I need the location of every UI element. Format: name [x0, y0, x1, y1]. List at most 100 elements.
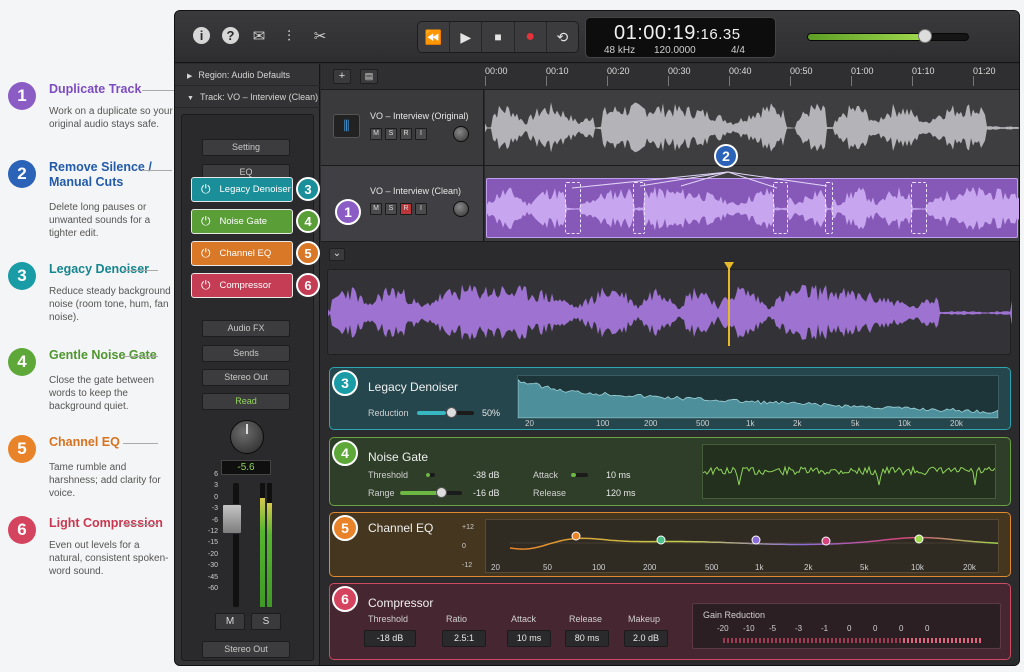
- comp-param-value[interactable]: -18 dB: [364, 630, 416, 647]
- solo-button[interactable]: S: [251, 613, 281, 630]
- pan-knob[interactable]: [230, 420, 264, 454]
- region-header[interactable]: ▶ Region: Audio Defaults: [175, 64, 320, 86]
- output-button[interactable]: Stereo Out: [202, 369, 290, 386]
- gr-scale-label: 0: [873, 624, 878, 633]
- comp-param-value[interactable]: 2.5:1: [442, 630, 486, 647]
- plugin-label: Compressor: [219, 280, 272, 291]
- cycle-button[interactable]: ⟲: [547, 22, 578, 52]
- add-track-button[interactable]: +: [333, 69, 351, 84]
- record-button[interactable]: ●: [515, 22, 547, 52]
- input-monitor-button[interactable]: I: [415, 203, 427, 215]
- info-icon[interactable]: i: [193, 27, 210, 44]
- help-icon[interactable]: ?: [222, 27, 239, 44]
- reduction-label: Reduction: [368, 408, 409, 418]
- attack-slider[interactable]: [571, 473, 588, 477]
- power-icon[interactable]: ⏻: [201, 214, 211, 229]
- list-view-button[interactable]: ▤: [360, 69, 378, 84]
- volume-fader[interactable]: [222, 504, 242, 534]
- collapse-editor-button[interactable]: ⌄: [329, 248, 345, 261]
- frequency-label: 20: [525, 419, 534, 428]
- volume-knob[interactable]: [917, 29, 932, 43]
- compressor-panel: 6 Compressor Threshold -18 dB Ratio 2.5:1 At…: [329, 583, 1011, 660]
- record-enable-button[interactable]: R: [400, 128, 412, 140]
- record-enable-button[interactable]: R: [400, 203, 412, 215]
- attack-value: 10 ms: [606, 470, 631, 480]
- rewind-button[interactable]: ⏪: [418, 22, 451, 52]
- step-description: Work on a duplicate so your original aud…: [49, 106, 173, 130]
- eq-freq-label: 1k: [755, 563, 764, 572]
- scissors-icon[interactable]: ✂: [309, 25, 331, 47]
- solo-button[interactable]: S: [385, 128, 397, 140]
- stereo-out-label[interactable]: Stereo Out: [202, 641, 290, 658]
- solo-button[interactable]: S: [385, 203, 397, 215]
- step-number: 3: [8, 262, 36, 290]
- ruler-tick: 00:00: [485, 66, 508, 86]
- track-header[interactable]: ▼ Track: VO – Interview (Clean): [175, 86, 320, 108]
- power-icon[interactable]: ⏻: [201, 278, 211, 293]
- sends-button[interactable]: Sends: [202, 345, 290, 362]
- plugin-slot-3[interactable]: ⏻ Channel EQ: [191, 241, 293, 266]
- setting-button[interactable]: Setting: [202, 139, 290, 156]
- lcd-sample-rate: 48 kHz: [604, 45, 636, 56]
- reduction-slider[interactable]: [417, 407, 474, 418]
- level-meter-right: [267, 483, 272, 607]
- track-volume-knob[interactable]: [453, 126, 469, 142]
- eq-band-handle[interactable]: [914, 534, 924, 544]
- input-monitor-button[interactable]: I: [415, 128, 427, 140]
- eq-band-handle[interactable]: [751, 535, 761, 545]
- eq-band-handle[interactable]: [821, 536, 831, 546]
- attack-label: Attack: [533, 470, 559, 480]
- track-lane-original[interactable]: [485, 90, 1019, 165]
- frequency-label: 1k: [746, 419, 755, 428]
- mail-icon[interactable]: ✉: [248, 25, 270, 47]
- meter-scale-label: 3: [214, 482, 218, 490]
- track-header-original[interactable]: ⫼ VO – Interview (Original) M S R I: [321, 90, 484, 165]
- timeline-ruler[interactable]: 00:00 00:10 00:20 00:30 00:40 00:50 01:00 01:10…: [484, 64, 1019, 90]
- comp-param-value[interactable]: 2.0 dB: [624, 630, 668, 647]
- audio-fx-label[interactable]: Audio FX: [202, 320, 290, 337]
- automation-read-button[interactable]: Read: [202, 393, 290, 410]
- play-button[interactable]: ▶: [450, 22, 483, 52]
- comp-param-value[interactable]: 10 ms: [507, 630, 551, 647]
- track-lane-clean[interactable]: [485, 166, 1019, 241]
- track-header-clean[interactable]: 1 VO – Interview (Clean) M S R I: [321, 166, 484, 241]
- plugin-step-badge: 6: [296, 273, 320, 297]
- mute-button[interactable]: M: [370, 128, 382, 140]
- range-slider[interactable]: [400, 487, 462, 498]
- mute-button[interactable]: M: [215, 613, 245, 630]
- comp-param-value[interactable]: 80 ms: [565, 630, 609, 647]
- stop-button[interactable]: ■: [482, 22, 515, 52]
- master-volume-slider[interactable]: [807, 29, 969, 43]
- plugin-slot-1[interactable]: ⏻ Legacy Denoiser: [191, 177, 293, 202]
- mute-button[interactable]: M: [370, 203, 382, 215]
- waveform-editor[interactable]: [327, 269, 1012, 355]
- step-description: Even out levels for a natural, consisten…: [49, 540, 169, 577]
- comp-param-label: Attack: [511, 614, 537, 624]
- power-icon[interactable]: ⏻: [201, 182, 211, 197]
- plugin-slot-2[interactable]: ⏻ Noise Gate: [191, 209, 293, 234]
- mixer-icon[interactable]: ⫶: [278, 25, 300, 47]
- control-bar: i ? ✉ ⫶ ✂ ⏪ ▶ ■ ● ⟲ 01:00:19:16.35 48 kH…: [175, 11, 1019, 63]
- gr-scale-label: -1: [821, 624, 829, 633]
- comp-param-label: Ratio: [446, 614, 468, 624]
- meter-scale-label: 6: [214, 471, 218, 478]
- fader-track: [233, 483, 239, 607]
- connector-line: [123, 443, 158, 444]
- denoiser-panel: 3 Legacy Denoiser Reduction 50% 20 100 200…: [329, 367, 1011, 430]
- eq-band-handle[interactable]: [656, 535, 666, 545]
- meter-scale-label: -6: [211, 516, 218, 524]
- eq-band-handle[interactable]: [571, 531, 581, 541]
- gr-scale-label: -5: [769, 624, 777, 633]
- threshold-slider[interactable]: [426, 473, 435, 477]
- ruler-tick: 01:00: [851, 66, 874, 86]
- gr-scale-label: -20: [717, 624, 729, 633]
- connector-line: [142, 170, 172, 171]
- track-volume-knob[interactable]: [453, 201, 469, 217]
- frequency-label: 5k: [851, 419, 860, 428]
- step-description: Tame rumble and harshness; add clarity f…: [49, 462, 161, 499]
- playhead[interactable]: [728, 262, 730, 346]
- release-value: 120 ms: [606, 488, 636, 498]
- plugin-slot-4[interactable]: ⏻ Compressor: [191, 273, 293, 298]
- power-icon[interactable]: ⏻: [201, 246, 211, 261]
- ruler-tick: 00:30: [668, 66, 691, 86]
